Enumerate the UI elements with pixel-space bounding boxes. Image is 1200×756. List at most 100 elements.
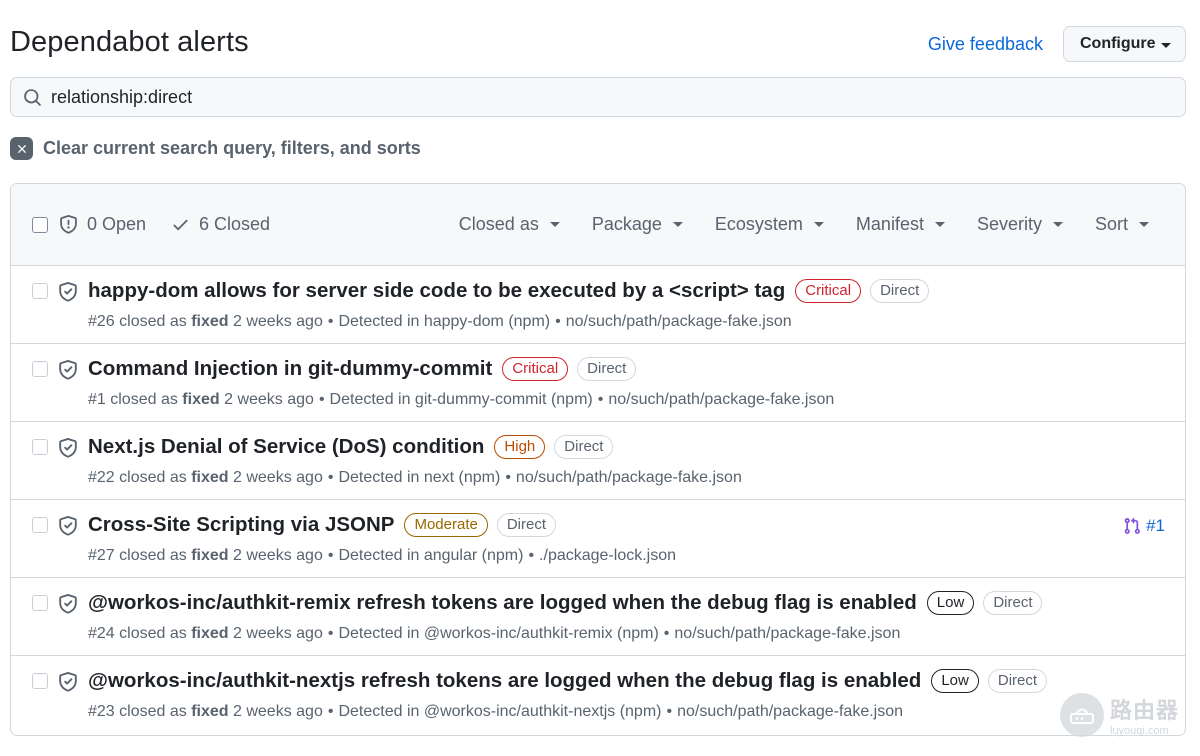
row-checkbox[interactable] xyxy=(32,361,48,377)
alert-number: #26 xyxy=(88,313,115,330)
row-checkbox[interactable] xyxy=(32,517,48,533)
row-checkbox[interactable] xyxy=(32,439,48,455)
alert-title-link[interactable]: Next.js Denial of Service (DoS) conditio… xyxy=(88,435,484,459)
severity-badge: High xyxy=(494,435,546,459)
detected-in: Detected in git-dummy-commit (npm) xyxy=(329,391,593,408)
manifest-path: no/such/path/package-fake.json xyxy=(565,313,792,330)
alert-meta: #22 closed as fixed 2 weeks ago • Detected… xyxy=(88,469,742,486)
page-title: Dependabot alerts xyxy=(10,26,249,58)
alert-heading: happy-dom allows for server side code to… xyxy=(88,279,930,303)
alert-title-link[interactable]: Command Injection in git-dummy-commit xyxy=(88,357,492,381)
search-bar[interactable] xyxy=(10,77,1186,117)
severity-badge: Moderate xyxy=(404,513,488,537)
list-item: @workos-inc/authkit-nextjs refresh token… xyxy=(11,656,1185,734)
alert-meta: #23 closed as fixed 2 weeks ago • Detected… xyxy=(88,703,904,720)
severity-badge: Critical xyxy=(795,279,862,303)
list-item: happy-dom allows for server side code to… xyxy=(11,266,1185,344)
row-checkbox[interactable] xyxy=(32,595,48,611)
relationship-badge: Direct xyxy=(987,669,1048,693)
relationship-badge: Direct xyxy=(983,591,1043,615)
search-input[interactable] xyxy=(51,82,1171,112)
alert-number: #1 xyxy=(88,391,106,408)
alert-number: #27 xyxy=(88,547,115,564)
chevron-down-icon xyxy=(672,222,683,227)
alert-title-link[interactable]: @workos-inc/authkit-nextjs refresh token… xyxy=(88,669,921,693)
configure-label: Configure xyxy=(1080,35,1156,52)
linked-pull-request[interactable]: #1 xyxy=(1123,516,1165,536)
alert-meta: #26 closed as fixed 2 weeks ago • Detected… xyxy=(88,313,792,330)
router-icon xyxy=(1060,693,1104,737)
filter-bar: Closed as Package Ecosystem Manifest Sev… xyxy=(427,214,1149,235)
chevron-down-icon xyxy=(813,222,824,227)
x-icon xyxy=(10,137,33,160)
manifest-path: no/such/path/package-fake.json xyxy=(608,391,835,408)
filter-label: Ecosystem xyxy=(714,214,803,234)
closed-time: 2 weeks ago xyxy=(233,703,323,720)
closed-text: closed as xyxy=(119,625,187,642)
closed-filter[interactable]: 6 Closed xyxy=(171,214,270,235)
shield-check-icon xyxy=(59,516,77,536)
list-item: @workos-inc/authkit-remix refresh tokens… xyxy=(11,578,1185,656)
alert-heading: @workos-inc/authkit-nextjs refresh token… xyxy=(88,669,1048,693)
manifest-path: no/such/path/package-fake.json xyxy=(674,625,901,642)
alert-title-link[interactable]: @workos-inc/authkit-remix refresh tokens… xyxy=(88,591,917,615)
severity-dropdown[interactable]: Severity xyxy=(977,214,1063,235)
chevron-down-icon xyxy=(549,222,560,227)
watermark-logo: 路由器 luyouqi.com xyxy=(1060,690,1188,740)
closed-text: closed as xyxy=(119,469,187,486)
relationship-badge: Direct xyxy=(496,513,556,537)
shield-check-icon xyxy=(59,672,77,692)
closed-time: 2 weeks ago xyxy=(233,469,323,486)
sort-dropdown[interactable]: Sort xyxy=(1095,214,1149,235)
alert-number: #24 xyxy=(88,625,115,642)
open-filter[interactable]: 0 Open xyxy=(59,214,146,235)
ecosystem-dropdown[interactable]: Ecosystem xyxy=(715,214,824,235)
package-dropdown[interactable]: Package xyxy=(592,214,683,235)
severity-badge: Critical xyxy=(502,357,569,381)
check-icon xyxy=(173,219,188,231)
filter-label: Closed as xyxy=(458,214,539,234)
closed-count: 6 Closed xyxy=(199,214,271,234)
alert-heading: Cross-Site Scripting via JSONP Moderate … xyxy=(88,513,556,537)
alert-meta: #24 closed as fixed 2 weeks ago • Detected… xyxy=(88,625,901,642)
clear-filters-label: Clear current search query, filters, and… xyxy=(43,138,421,158)
manifest-path: no/such/path/package-fake.json xyxy=(515,469,742,486)
configure-button[interactable]: Configure xyxy=(1063,26,1186,62)
closed-time: 2 weeks ago xyxy=(233,625,323,642)
shield-check-icon xyxy=(59,594,77,614)
closed-text: closed as xyxy=(119,313,187,330)
filter-label: Severity xyxy=(976,214,1042,234)
list-item: Cross-Site Scripting via JSONP Moderate … xyxy=(11,500,1185,578)
list-item: Command Injection in git-dummy-commit Cr… xyxy=(11,344,1185,422)
select-all-checkbox[interactable] xyxy=(32,217,48,233)
shield-check-icon xyxy=(59,438,77,458)
chevron-down-icon xyxy=(1052,222,1063,227)
row-checkbox[interactable] xyxy=(32,673,48,689)
filter-label: Manifest xyxy=(855,214,924,234)
closed-text: closed as xyxy=(119,703,187,720)
closed-time: 2 weeks ago xyxy=(224,391,314,408)
row-checkbox[interactable] xyxy=(32,283,48,299)
page-header: Dependabot alerts Give feedback Configur… xyxy=(10,22,1186,68)
alert-title-link[interactable]: Cross-Site Scripting via JSONP xyxy=(88,513,394,537)
open-count: 0 Open xyxy=(87,214,147,234)
alerts-list-header: 0 Open 6 Closed Closed as Package Ecosys… xyxy=(11,184,1185,266)
pull-request-number: #1 xyxy=(1146,516,1165,535)
severity-badge: Low xyxy=(926,591,975,615)
closed-time: 2 weeks ago xyxy=(233,313,323,330)
alerts-list: 0 Open 6 Closed Closed as Package Ecosys… xyxy=(10,183,1186,736)
give-feedback-link[interactable]: Give feedback xyxy=(928,34,1043,55)
shield-check-icon xyxy=(59,282,77,302)
detected-in: Detected in happy-dom (npm) xyxy=(338,313,551,330)
filter-label: Sort xyxy=(1094,214,1128,234)
manifest-dropdown[interactable]: Manifest xyxy=(856,214,945,235)
closed-reason: fixed xyxy=(191,547,229,564)
closed-time: 2 weeks ago xyxy=(233,547,323,564)
alert-heading: Next.js Denial of Service (DoS) conditio… xyxy=(88,435,614,459)
shield-icon xyxy=(60,215,77,234)
alert-number: #23 xyxy=(88,703,115,720)
closed-as-dropdown[interactable]: Closed as xyxy=(459,214,560,235)
alert-title-link[interactable]: happy-dom allows for server side code to… xyxy=(88,279,785,303)
clear-filters-button[interactable]: Clear current search query, filters, and… xyxy=(10,137,421,160)
closed-reason: fixed xyxy=(191,469,229,486)
